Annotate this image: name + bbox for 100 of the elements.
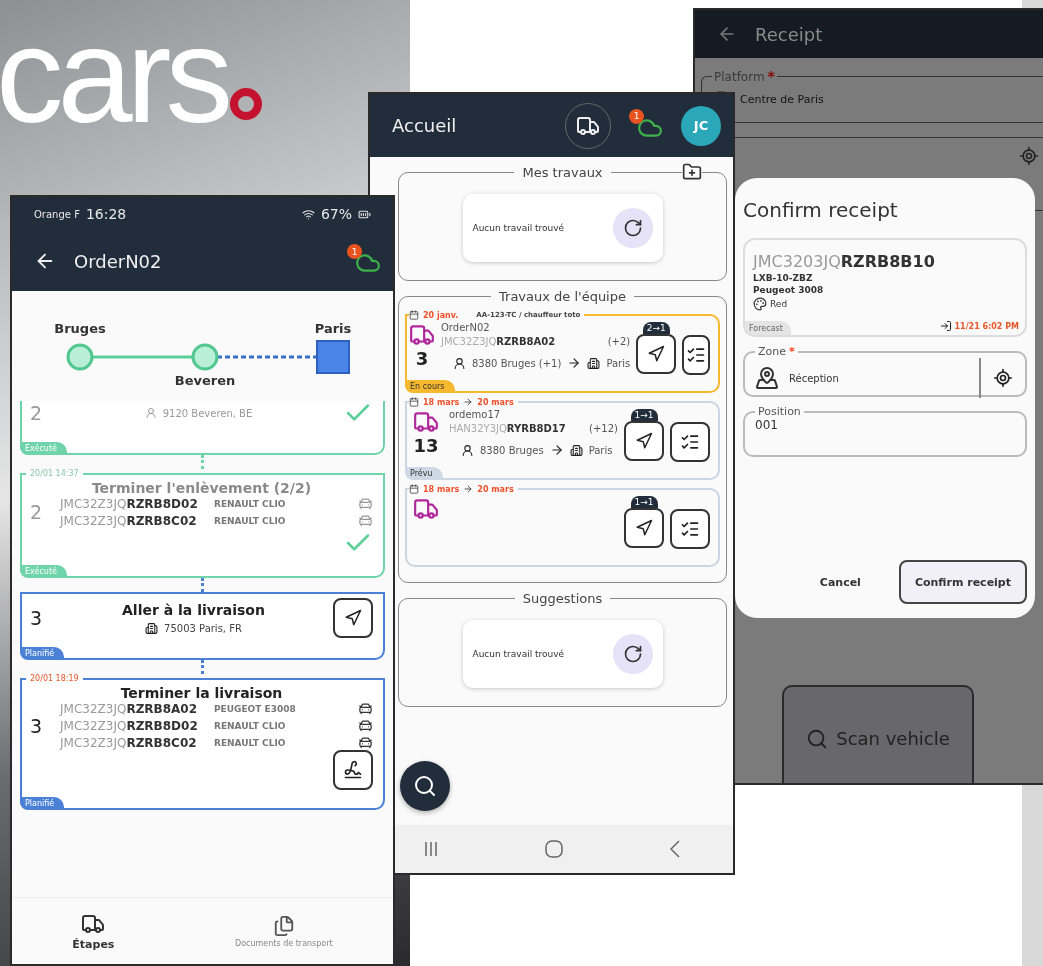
field-label: Position bbox=[757, 405, 802, 418]
section-title: Suggestions bbox=[521, 591, 604, 606]
date-text: 20 mars bbox=[477, 484, 514, 494]
signature-icon bbox=[343, 760, 363, 780]
car-icon bbox=[358, 735, 373, 750]
transfer-tag: 2→1 bbox=[642, 322, 670, 334]
building-icon bbox=[569, 443, 583, 457]
person-icon bbox=[144, 407, 157, 419]
refresh-icon bbox=[622, 644, 643, 664]
wifi-icon bbox=[301, 207, 315, 221]
status-tag: Planifié bbox=[20, 797, 65, 810]
vin-text: JMC32Z3JQRZRB8D02 bbox=[60, 718, 199, 733]
clock-text: 16:28 bbox=[85, 206, 127, 222]
checklist-button[interactable] bbox=[682, 335, 710, 375]
date-text: 20 mars bbox=[477, 397, 514, 407]
search-button[interactable] bbox=[400, 761, 450, 811]
locate-icon bbox=[993, 368, 1013, 388]
arrival-time: 11/21 6:02 PM bbox=[954, 321, 1019, 331]
section-title: Mes travaux bbox=[521, 165, 604, 180]
screen-title: OrderN02 bbox=[74, 250, 163, 272]
step-title: Terminer la livraison bbox=[120, 685, 283, 701]
person-icon bbox=[461, 443, 474, 457]
step-address: 75003 Paris, FR bbox=[164, 622, 242, 634]
car-icon bbox=[358, 701, 373, 716]
navigate-button[interactable] bbox=[636, 334, 677, 374]
checklist-icon bbox=[680, 519, 700, 539]
step-title: Aller à la livraison bbox=[122, 601, 265, 618]
status-tag: Prévu bbox=[405, 467, 443, 480]
notification-badge: 1 bbox=[629, 108, 644, 124]
refresh-button[interactable] bbox=[612, 208, 653, 248]
vehicle-model: RENAULT CLIO bbox=[214, 720, 287, 731]
status-tag: Exécuté bbox=[20, 565, 67, 578]
brand-logo-text: cars bbox=[0, 8, 228, 143]
field-value: Réception bbox=[789, 372, 840, 384]
navigate-button[interactable] bbox=[624, 421, 664, 461]
navigation-arrow-icon bbox=[647, 345, 666, 363]
arrow-icon bbox=[463, 484, 474, 494]
palette-icon bbox=[753, 297, 767, 311]
home-icon[interactable] bbox=[544, 840, 563, 858]
navigation-arrow-icon bbox=[344, 609, 362, 627]
refresh-button[interactable] bbox=[612, 634, 653, 674]
map-icon bbox=[755, 366, 779, 390]
vin-text: JMC32Z3JQRZRB8A02 bbox=[60, 701, 199, 716]
car-icon bbox=[358, 718, 373, 733]
checklist-button[interactable] bbox=[670, 422, 710, 462]
date-text: 20 janv. bbox=[423, 310, 459, 320]
date-text: 18 mars bbox=[423, 484, 460, 494]
navigate-button[interactable] bbox=[624, 508, 664, 548]
section-title: Travaux de l'équipe bbox=[498, 289, 627, 304]
transfer-tag: 1→1 bbox=[630, 496, 658, 508]
locate-icon bbox=[1019, 146, 1039, 166]
cancel-button[interactable]: Cancel bbox=[805, 560, 875, 604]
step-time: 20/01 14:37 bbox=[29, 469, 80, 478]
building-icon bbox=[587, 356, 601, 370]
status-tag: Exécuté bbox=[20, 442, 67, 455]
calendar-icon bbox=[409, 484, 419, 494]
stop-label: Bruges bbox=[54, 321, 106, 336]
arrival-icon bbox=[939, 320, 952, 332]
field-label: Platform * bbox=[713, 68, 776, 84]
dialog-title: Confirm receipt bbox=[743, 198, 899, 222]
vehicle-model: PEUGEOT E3008 bbox=[214, 703, 297, 714]
navigate-button[interactable] bbox=[333, 598, 373, 638]
confirm-button[interactable]: Confirm receipt bbox=[898, 560, 1027, 604]
add-folder-icon[interactable] bbox=[682, 162, 702, 182]
status-tag: Forecast bbox=[745, 321, 791, 335]
position-field[interactable]: Position 001 bbox=[743, 405, 1027, 457]
vehicle-model: RENAULT CLIO bbox=[214, 515, 287, 526]
stop-label: Paris bbox=[314, 321, 352, 336]
step-number: 2 bbox=[30, 402, 44, 424]
search-icon bbox=[806, 727, 829, 750]
job-card[interactable]: 18 mars 20 mars 13 ordemo17 HAN32Y3JQRYRB8D17 (+12) 8380 Bruges Paris 1→1 Prévu bbox=[405, 397, 720, 480]
status-tag: Planifié bbox=[20, 647, 65, 660]
vin-text: HAN32Y3JQRYRB8D17 bbox=[449, 423, 566, 434]
carrier-text: Orange F bbox=[34, 208, 80, 220]
date-text: 18 mars bbox=[423, 397, 460, 407]
job-card[interactable]: 18 mars 20 mars 1→1 bbox=[405, 484, 720, 567]
search-icon bbox=[413, 774, 437, 798]
step-number: 3 bbox=[30, 714, 44, 737]
recent-apps-icon[interactable] bbox=[423, 841, 438, 857]
origin-text: 8380 Bruges bbox=[480, 444, 544, 456]
notification-badge: 1 bbox=[347, 244, 362, 259]
step-address: 9120 Beveren, BE bbox=[162, 407, 253, 419]
car-icon bbox=[358, 496, 373, 511]
truck-icon bbox=[413, 496, 439, 522]
documents-icon bbox=[272, 914, 295, 937]
destination-text: Paris bbox=[606, 357, 631, 369]
checklist-button[interactable] bbox=[670, 509, 710, 549]
arrow-icon bbox=[549, 443, 564, 457]
field-label: Zone * bbox=[757, 345, 796, 358]
order-name: ordemo17 bbox=[449, 409, 502, 420]
field-value: Centre de Paris bbox=[740, 92, 824, 106]
zone-field[interactable]: Zone * Réception bbox=[743, 345, 1027, 397]
destination-text: Paris bbox=[588, 444, 613, 456]
vin-text: JMC3203JQRZRB8B10 bbox=[753, 252, 936, 271]
empty-text: Aucun travail trouvé bbox=[472, 649, 565, 659]
checklist-icon bbox=[680, 432, 700, 452]
signature-button[interactable] bbox=[333, 750, 373, 790]
nav-tab[interactable]: Étapes bbox=[66, 910, 121, 952]
nav-tab[interactable]: Documents de transport bbox=[229, 913, 339, 949]
vehicle-count: 3 bbox=[415, 348, 429, 369]
